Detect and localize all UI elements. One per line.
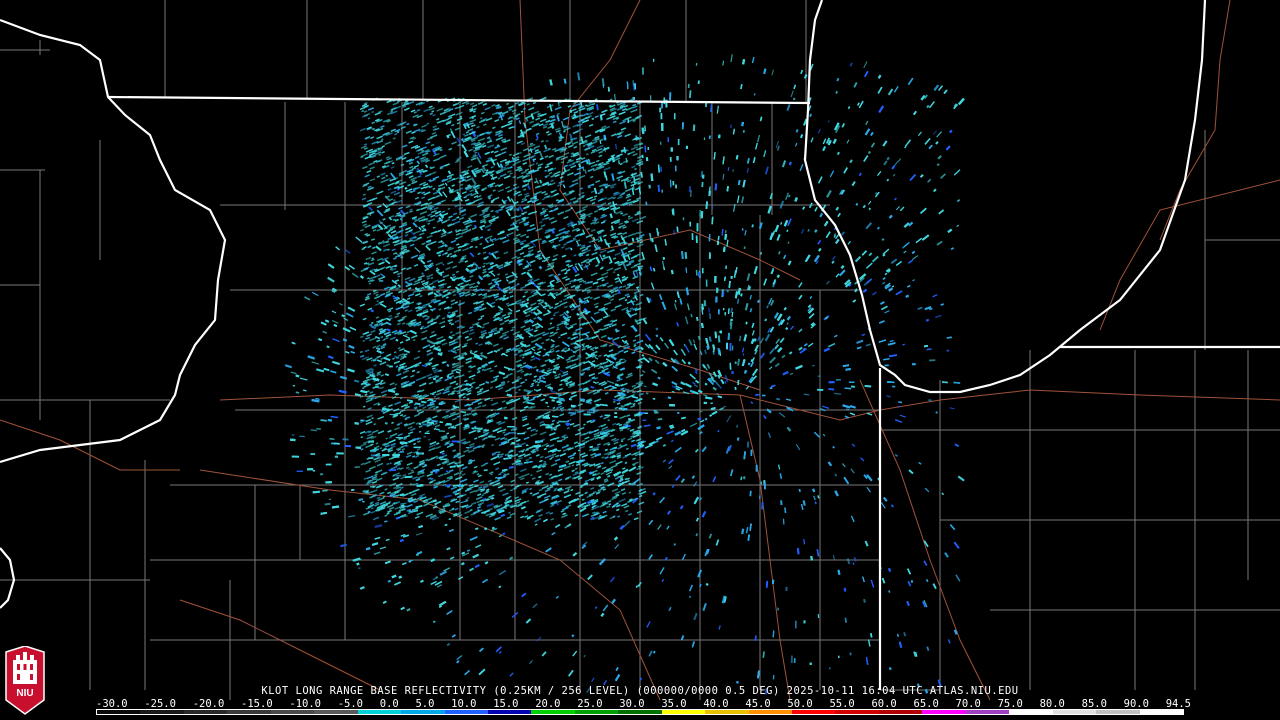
scale-swatch [270, 710, 315, 714]
scale-label: -5.0 [337, 698, 364, 710]
scale-swatch [140, 710, 184, 714]
scale-swatch [965, 710, 1010, 714]
scale-label: 35.0 [661, 698, 687, 710]
scale-label: 50.0 [787, 698, 813, 710]
scale-swatch [705, 710, 749, 714]
scale-swatch [835, 710, 879, 714]
product-caption: KLOT LONG RANGE BASE REFLECTIVITY (0.25K… [261, 685, 1019, 697]
scale-label: -25.0 [144, 698, 176, 710]
lake-michigan-shoreline [803, 0, 1207, 394]
scale-swatch [487, 710, 532, 714]
scale-label: 45.0 [745, 698, 771, 710]
scale-swatch [618, 710, 662, 714]
scale-swatch [97, 710, 141, 714]
scale-swatch [401, 710, 445, 714]
scale-label: 80.0 [1039, 698, 1065, 710]
scale-swatch [531, 710, 575, 714]
scale-swatch [792, 710, 836, 714]
scale-label: 20.0 [535, 698, 561, 710]
scale-label: 60.0 [871, 698, 897, 710]
radar-map [0, 0, 1280, 701]
scale-swatch [444, 710, 488, 714]
scale-label: 90.0 [1123, 698, 1149, 710]
scale-label: 55.0 [829, 698, 855, 710]
scale-swatch [878, 710, 923, 714]
scale-label: -30.0 [96, 698, 128, 710]
scale-label: 25.0 [577, 698, 603, 710]
missouri-border-fragment [0, 547, 16, 609]
reflectivity-echoes [284, 54, 965, 695]
reflectivity-scale-labels: -30.0 -25.0 -20.0 -15.0 -10.0 -5.0 0.0 5.0 10.0 1… [96, 698, 1191, 710]
scale-swatch [1052, 710, 1097, 714]
scale-swatch [227, 710, 271, 714]
scale-swatch [574, 710, 619, 714]
scale-label: -15.0 [241, 698, 273, 710]
scale-swatch [314, 710, 358, 714]
scale-label: 10.0 [451, 698, 477, 710]
scale-swatch [922, 710, 966, 714]
scale-label: 5.0 [415, 698, 435, 710]
scale-swatch [1139, 710, 1183, 714]
scale-label: -20.0 [192, 698, 225, 710]
scale-swatch [1009, 710, 1053, 714]
scale-label: 65.0 [913, 698, 939, 710]
scale-swatch [661, 710, 706, 714]
scale-swatch [1096, 710, 1140, 714]
reflectivity-color-bar [96, 709, 1184, 715]
niu-logo: NIU [5, 646, 45, 715]
scale-label: 94.5 [1165, 698, 1191, 710]
scale-swatch [183, 710, 228, 714]
scale-swatch [748, 710, 792, 714]
scale-label: 85.0 [1081, 698, 1107, 710]
scale-label: 15.0 [493, 698, 519, 710]
scale-label: 70.0 [955, 698, 981, 710]
mississippi-river-border [0, 18, 227, 464]
scale-label: 0.0 [379, 698, 399, 710]
scale-label: 40.0 [703, 698, 729, 710]
scale-label: 75.0 [997, 698, 1023, 710]
scale-label: -10.0 [289, 698, 321, 710]
scale-swatch [357, 710, 402, 714]
scale-label: 30.0 [619, 698, 645, 710]
